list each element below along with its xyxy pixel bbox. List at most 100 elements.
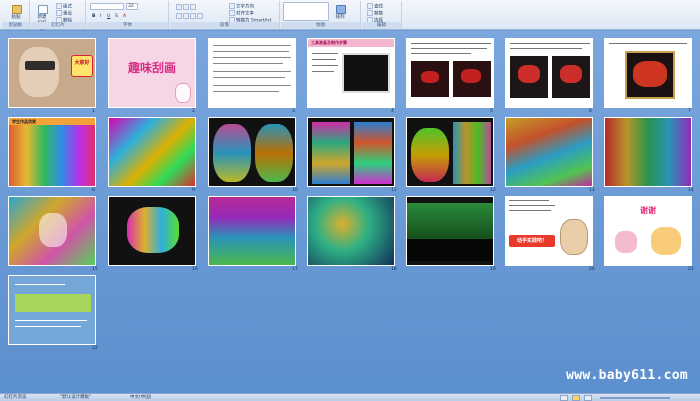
slide-thumbnail[interactable]: 学生作品欣赏 bbox=[8, 117, 96, 187]
text-line bbox=[312, 53, 338, 54]
paste-button[interactable]: 粘贴 bbox=[7, 2, 25, 21]
status-bar: 幻灯片浏览 "默认设计模板" 中文(中国) bbox=[0, 393, 700, 401]
slideshow-button[interactable] bbox=[584, 395, 592, 401]
mushroom-illustration bbox=[651, 227, 681, 255]
cat-illustration bbox=[19, 47, 59, 97]
slide-number: 15 bbox=[92, 267, 98, 272]
text-line bbox=[509, 205, 555, 206]
theme-label: "默认设计模板" bbox=[60, 395, 92, 400]
slide-thumbnail[interactable] bbox=[604, 117, 692, 187]
slide-number: 18 bbox=[391, 267, 397, 272]
red-scratch-mark bbox=[560, 65, 582, 83]
slide-number: 19 bbox=[490, 267, 496, 272]
student-artwork bbox=[109, 118, 195, 186]
highlight-box bbox=[15, 294, 91, 312]
text-line bbox=[213, 85, 291, 86]
slide-thumbnail[interactable] bbox=[108, 117, 196, 187]
slide-thumbnail[interactable]: 谢谢 bbox=[604, 196, 692, 266]
font-group: 32 B I U S A 字体 bbox=[87, 1, 169, 29]
slide-number: 11 bbox=[391, 188, 397, 193]
slide-thumbnail[interactable] bbox=[505, 38, 593, 108]
shapes-gallery[interactable] bbox=[283, 2, 329, 21]
slide-thumbnail[interactable]: 动手实践吧！ bbox=[505, 196, 593, 266]
group-label: 编辑 bbox=[362, 22, 401, 29]
font-name-combo[interactable] bbox=[90, 3, 124, 10]
slide-thumbnail[interactable] bbox=[307, 196, 395, 266]
slide-number: 16 bbox=[192, 267, 198, 272]
slide-number: 7 bbox=[688, 109, 691, 114]
slide-thumbnail[interactable]: 趣味刮画 bbox=[108, 38, 196, 108]
text-line bbox=[312, 65, 338, 66]
group-label: 绘图 bbox=[281, 22, 360, 29]
text-line bbox=[213, 77, 285, 78]
red-scratch-mark bbox=[421, 71, 439, 83]
text-line bbox=[509, 200, 549, 201]
slide-number: 13 bbox=[589, 188, 595, 193]
student-artwork bbox=[354, 122, 392, 184]
silhouette bbox=[407, 239, 493, 261]
normal-view-button[interactable] bbox=[560, 395, 568, 401]
text-line bbox=[411, 43, 491, 44]
drawing-group: 排列 绘图 bbox=[281, 1, 361, 29]
text-line bbox=[510, 43, 590, 44]
student-artwork bbox=[605, 118, 691, 186]
arrange-button[interactable]: 排列 bbox=[331, 2, 349, 21]
student-artwork bbox=[411, 128, 449, 182]
egg-character bbox=[560, 219, 588, 255]
group-label: 段落 bbox=[170, 22, 279, 29]
new-slide-button[interactable]: 新建幻灯片 bbox=[33, 2, 51, 32]
slide-number: 14 bbox=[688, 188, 694, 193]
slide-thumbnail[interactable] bbox=[406, 117, 494, 187]
indent-icon bbox=[190, 4, 196, 10]
bullets-button[interactable] bbox=[173, 3, 200, 11]
align-buttons[interactable] bbox=[173, 12, 207, 20]
red-scratch-mark bbox=[633, 61, 667, 87]
student-artwork bbox=[213, 124, 251, 182]
waterfall-artwork bbox=[209, 197, 295, 265]
text-line bbox=[213, 91, 279, 92]
slide-number: 4 bbox=[391, 109, 394, 114]
slide-thumbnail[interactable] bbox=[8, 275, 96, 345]
text-line bbox=[213, 51, 289, 52]
slide-number: 1 bbox=[92, 109, 95, 114]
slide-number: 2 bbox=[192, 109, 195, 114]
text-line bbox=[609, 43, 687, 44]
new-slide-icon bbox=[38, 5, 48, 14]
red-scratch-mark bbox=[461, 69, 481, 83]
slide-thumbnail[interactable] bbox=[208, 117, 296, 187]
slide-thumbnail[interactable] bbox=[8, 196, 96, 266]
slide-sorter-view-button[interactable] bbox=[572, 395, 580, 401]
slide-sorter: 大家好 趣味刮画 工具准备及制作步骤 学生作品欣赏 动手实践吧！ 谢谢 1 2 … bbox=[0, 31, 700, 393]
slide-number: 8 bbox=[92, 188, 95, 193]
slide-thumbnail[interactable] bbox=[108, 196, 196, 266]
text-line bbox=[213, 45, 291, 46]
clipboard-icon bbox=[12, 5, 22, 14]
slide-thumbnail[interactable] bbox=[406, 38, 494, 108]
slide-thumbnail[interactable] bbox=[208, 196, 296, 266]
slide-thumbnail[interactable]: 工具准备及制作步骤 bbox=[307, 38, 395, 108]
rooster-illustration bbox=[39, 213, 67, 247]
slide-thumbnail[interactable] bbox=[406, 196, 494, 266]
slide-number: 20 bbox=[589, 267, 595, 272]
text-line bbox=[213, 63, 283, 64]
scratch-board-photo bbox=[342, 53, 390, 93]
clipboard-group: 粘贴 剪贴板 bbox=[2, 1, 30, 29]
group-label: 幻灯片 bbox=[31, 22, 85, 29]
zoom-slider[interactable] bbox=[600, 397, 670, 399]
slide-thumbnail[interactable] bbox=[208, 38, 296, 108]
slide-thumbnail[interactable]: 大家好 bbox=[8, 38, 96, 108]
slides-group: 新建幻灯片 版式 重设 删除 幻灯片 bbox=[31, 1, 86, 32]
slide-thumbnail[interactable] bbox=[604, 38, 692, 108]
slide-number: 17 bbox=[292, 267, 298, 272]
font-color-button[interactable]: A bbox=[120, 12, 129, 20]
rabbit-illustration bbox=[175, 83, 191, 103]
view-label: 幻灯片浏览 bbox=[4, 395, 27, 400]
font-size-combo[interactable]: 32 bbox=[126, 3, 138, 10]
text-line bbox=[15, 320, 87, 321]
paragraph-text bbox=[213, 43, 293, 105]
group-label: 字体 bbox=[87, 22, 168, 29]
slide-thumbnail[interactable] bbox=[307, 117, 395, 187]
ribbon: 粘贴 剪贴板 新建幻灯片 版式 重设 删除 幻灯片 32 B I U S A 字… bbox=[0, 0, 700, 32]
text-line bbox=[411, 53, 471, 54]
slide-thumbnail[interactable] bbox=[505, 117, 593, 187]
